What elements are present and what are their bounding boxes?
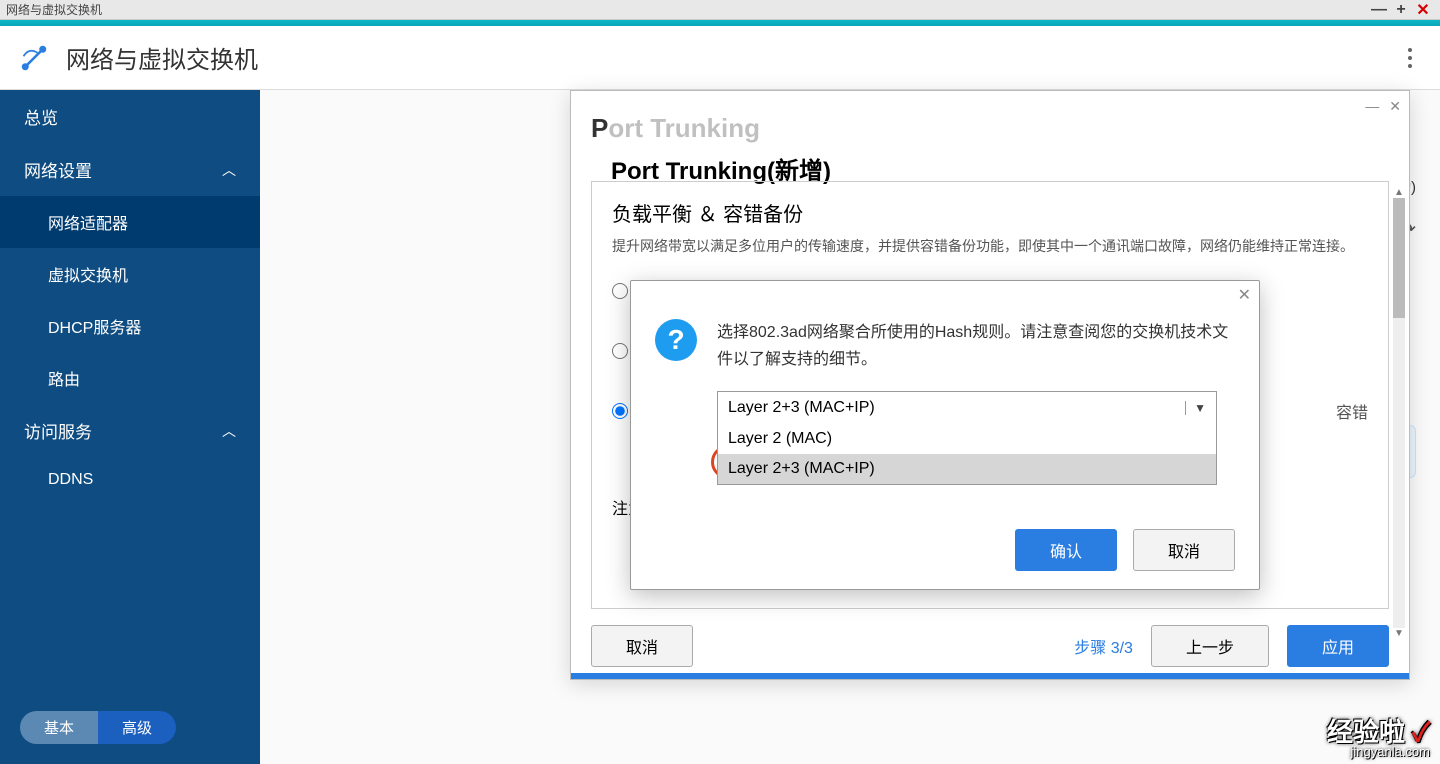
wizard-cancel-button[interactable]: 取消 [591,625,693,667]
dialog-ok-button[interactable]: 确认 [1015,529,1117,571]
chevron-down-icon: ▼ [1185,401,1206,415]
sidebar-item-dhcp[interactable]: DHCP服务器 [0,300,260,352]
sidebar-group-access[interactable]: 访问服务 ︿ [0,404,260,457]
scroll-track[interactable] [1393,198,1405,628]
progress-bar [571,673,1409,679]
sidebar-item-adapter[interactable]: 网络适配器 [0,196,260,248]
hash-option-layer2[interactable]: Layer 2 (MAC) [718,424,1216,454]
minimize-button[interactable]: — [1368,1,1390,19]
mode-advanced[interactable]: 高级 [98,711,176,744]
sidebar-item-overview[interactable]: 总览 [0,90,260,143]
sidebar-label: 虚拟交换机 [48,262,128,286]
dialog-close-icon[interactable]: ✕ [1238,285,1251,305]
sidebar-label: 访问服务 [24,418,92,443]
maximize-button[interactable]: + [1390,1,1412,19]
scroll-up-icon[interactable]: ▲ [1393,187,1405,198]
sidebar-label: 网络设置 [24,157,92,182]
watermark: 经验啦 ✓ jingyanla.com [1327,719,1430,758]
chevron-up-icon: ︿ [222,160,236,180]
content-area: ︿ 默认网关 : Adapter 2 (自动) ＋ Port Trunking … [260,90,1440,764]
sidebar-label: 总览 [24,104,58,129]
radio-input[interactable] [612,343,628,359]
question-icon: ? [655,319,697,361]
section-desc: 提升网络带宽以满足多位用户的传输速度，并提供容错备份功能，即使其中一个通讯端口故… [612,235,1368,259]
sidebar-label: DDNS [48,471,93,489]
radio-input[interactable] [612,283,628,299]
scroll-down-icon[interactable]: ▼ [1393,628,1405,639]
sidebar-label: DHCP服务器 [48,314,141,338]
app-logo-icon [20,44,48,72]
sidebar-item-route[interactable]: 路由 [0,352,260,404]
os-titlebar: 网络与虚拟交换机 — + ✕ [0,0,1440,20]
chevron-up-icon: ︿ [222,421,236,441]
hash-select-wrap: Layer 2+3 (MAC+IP) ▼ Layer 2 (MAC) Layer… [717,391,1217,425]
scroll-thumb[interactable] [1393,198,1405,318]
hash-dropdown: Layer 2 (MAC) Layer 2+3 (MAC+IP) [717,424,1217,485]
check-icon: ✓ [1412,717,1430,747]
app-header: 网络与虚拟交换机 [0,26,1440,90]
dialog-message: 选择802.3ad网络聚合所使用的Hash规则。请注意查阅您的交换机技术文件以了… [717,319,1235,373]
step-indicator: 步骤 3/3 [1074,634,1133,658]
app-title: 网络与虚拟交换机 [66,40,258,75]
radio-input[interactable] [612,403,628,419]
section-title: 负载平衡 ＆ 容错备份 [612,198,1368,227]
wizard-scrollbar[interactable]: ▲ ▼ [1393,187,1405,647]
mode-toggle: 基本 高级 [20,711,176,744]
sidebar-item-vswitch[interactable]: 虚拟交换机 [0,248,260,300]
label: 基本 [44,720,74,737]
wm-text: 经验啦 [1327,717,1405,747]
ghost-title: Port Trunking [591,113,760,144]
sidebar-label: 网络适配器 [48,210,128,234]
hash-rule-dialog: ✕ ? 选择802.3ad网络聚合所使用的Hash规则。请注意查阅您的交换机技术… [630,280,1260,590]
selected-value: Layer 2+3 (MAC+IP) [728,399,875,417]
label: 高级 [122,720,152,737]
sidebar: 总览 网络设置 ︿ 网络适配器 虚拟交换机 DHCP服务器 路由 访问服务 ︿ … [0,90,260,764]
mode-basic[interactable]: 基本 [20,711,98,744]
tail-text: 容错 [1336,399,1368,423]
sidebar-label: 路由 [48,366,80,390]
hash-select[interactable]: Layer 2+3 (MAC+IP) ▼ [717,391,1217,425]
sidebar-item-ddns[interactable]: DDNS [0,457,260,503]
wizard-footer: 取消 步骤 3/3 上一步 应用 [591,625,1389,667]
close-button[interactable]: ✕ [1412,0,1434,20]
sidebar-group-network[interactable]: 网络设置 ︿ [0,143,260,196]
minimize-icon[interactable]: — [1365,98,1379,114]
app-menu-button[interactable] [1400,40,1420,76]
wizard-prev-button[interactable]: 上一步 [1151,625,1269,667]
close-icon[interactable]: ✕ [1389,98,1401,115]
hash-option-layer23[interactable]: Layer 2+3 (MAC+IP) [718,454,1216,484]
dialog-cancel-button[interactable]: 取消 [1133,529,1235,571]
os-title: 网络与虚拟交换机 [6,1,102,18]
wizard-apply-button[interactable]: 应用 [1287,625,1389,667]
